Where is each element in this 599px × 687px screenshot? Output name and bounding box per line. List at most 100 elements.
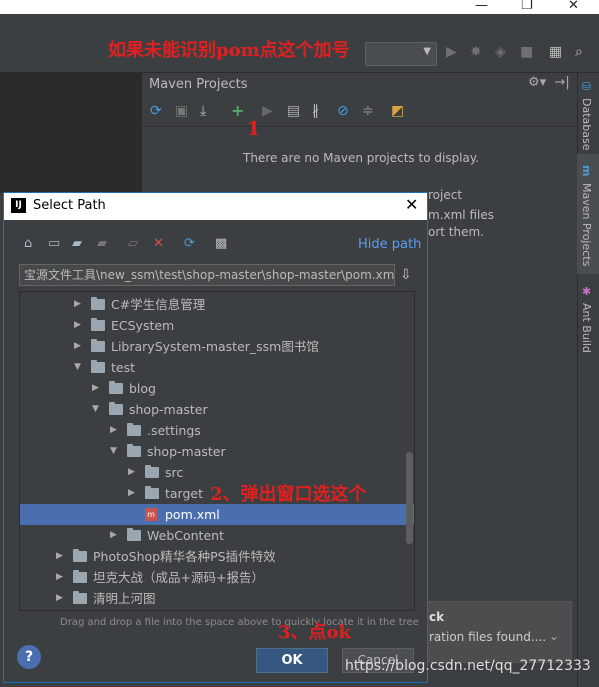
folder-icon (91, 360, 105, 373)
show-hidden-icon[interactable]: ▩ (215, 236, 227, 251)
tree-item-label: 源码大全50套 (93, 609, 171, 610)
chevron-right-icon[interactable]: ▶ (110, 420, 117, 441)
maven-settings-icon[interactable]: ◩ (391, 103, 404, 119)
refresh-icon[interactable]: ⟳ (184, 236, 195, 251)
tree-folder-row[interactable]: ▶ 清明上河图 (20, 588, 414, 609)
folder-icon (145, 465, 159, 478)
database-icon: ⛁ (580, 80, 593, 93)
folder-icon (91, 339, 105, 352)
home-icon[interactable]: ⌂ (24, 236, 32, 251)
tree-scrollbar[interactable] (406, 452, 413, 544)
skip-tests-icon[interactable]: ⊘ (337, 103, 349, 119)
tree-folder-row[interactable]: ▶ 源码大全50套 (20, 609, 414, 610)
folder-icon (109, 402, 123, 415)
chevron-right-icon[interactable]: ▶ (110, 525, 117, 546)
tree-folder-row[interactable]: ▶ C#学生信息管理 (20, 294, 414, 315)
chevron-down-icon[interactable]: ▼ (110, 441, 117, 462)
chevron-down-icon[interactable]: ▼ (74, 357, 81, 378)
folder-icon (73, 570, 87, 583)
annotation-step1: 1 (247, 118, 261, 140)
maximize-icon[interactable]: ❐ (521, 0, 533, 13)
maven-panel-title: Maven Projects (149, 77, 248, 92)
close-icon[interactable]: ✕ (568, 0, 579, 13)
ok-button[interactable]: OK (256, 648, 328, 673)
project-structure-icon[interactable]: ▦ (549, 44, 562, 60)
tree-folder-row[interactable]: ▶ .settings (20, 420, 414, 441)
database-tab-label: Database (580, 98, 593, 151)
tree-folder-row[interactable]: ▶ blog (20, 378, 414, 399)
tree-folder-row[interactable]: ▼ shop-master (20, 399, 414, 420)
maven-icon: m (580, 165, 593, 177)
maven-hint-line: roject (428, 188, 463, 202)
folder-icon (91, 297, 105, 310)
run-config-dropdown[interactable]: ▼ (365, 42, 437, 66)
chevron-down-icon[interactable]: ⌄ (549, 629, 559, 643)
chevron-right-icon[interactable]: ▶ (56, 588, 63, 609)
generate-sources-icon[interactable]: ▣ (175, 103, 188, 119)
run-config-icon[interactable]: ▤ (287, 103, 300, 119)
gear-icon[interactable]: ⚙▾ →| (528, 75, 570, 90)
collapse-icon[interactable]: ≑ (362, 103, 374, 119)
toggle-offline-icon[interactable]: ∦ (312, 103, 319, 119)
tree-folder-row[interactable]: ▶ WebContent (20, 525, 414, 546)
tree-item-label: .settings (147, 423, 201, 438)
project-folder-icon[interactable]: ▰ (72, 236, 82, 251)
tree-item-label: target (165, 486, 204, 501)
chevron-right-icon[interactable]: ▶ (92, 378, 99, 399)
annotation-step3: 3、点ok (278, 622, 352, 643)
run-icon[interactable]: ▶ (446, 44, 457, 60)
tree-folder-row[interactable]: ▶ ECSystem (20, 315, 414, 336)
help-button[interactable]: ? (17, 645, 41, 669)
tree-item-label: 清明上河图 (93, 591, 156, 606)
tree-item-label: pom.xml (165, 507, 220, 522)
download-icon[interactable]: ⤓ (200, 103, 206, 119)
stop-icon[interactable]: ■ (520, 44, 533, 60)
file-tree[interactable]: ▶ C#学生信息管理 ▶ ECSystem ▶ LibrarySystem-master_… (19, 291, 415, 611)
annotation-top: 如果未能识别pom点这个加号 (108, 40, 350, 61)
path-input[interactable]: 宝源文件工具\new_ssm\test\shop-master\shop-mas… (19, 264, 395, 286)
chevron-down-icon[interactable]: ▼ (92, 399, 99, 420)
bookmark-icon[interactable]: ⇩ (400, 267, 412, 283)
tree-file-row[interactable]: m pom.xml (20, 504, 414, 525)
tree-item-label: ECSystem (111, 318, 175, 333)
tree-item-label: shop-master (129, 402, 208, 417)
chevron-right-icon[interactable]: ▶ (56, 546, 63, 567)
debug-icon[interactable]: ✸ (470, 44, 482, 60)
chevron-right-icon[interactable]: ▶ (74, 336, 81, 357)
module-folder-icon[interactable]: ▰ (97, 236, 107, 251)
chevron-right-icon[interactable]: ▶ (74, 294, 81, 315)
run-maven-icon[interactable]: ▶ (262, 103, 273, 119)
annotation-step2: 2、弹出窗口选这个 (210, 484, 367, 505)
maven-empty-message: There are no Maven projects to display. (243, 151, 480, 165)
chevron-right-icon[interactable]: ▶ (56, 609, 63, 610)
desktop-icon[interactable]: ▭ (48, 236, 60, 251)
folder-icon (91, 318, 105, 331)
search-icon[interactable]: ⌕ (575, 44, 583, 60)
ant-icon: ✱ (580, 285, 593, 298)
tree-folder-row[interactable]: ▶ PhotoShop精华各种PS插件特效 (20, 546, 414, 567)
chevron-right-icon[interactable]: ▶ (56, 567, 63, 588)
chevron-down-icon: ▼ (423, 46, 431, 57)
reimport-icon[interactable]: ⟳ (150, 103, 162, 119)
minimize-icon[interactable]: — (475, 0, 488, 13)
coverage-icon[interactable]: ◈ (495, 44, 506, 60)
notification-title: ck (429, 610, 445, 624)
new-folder-icon[interactable]: ▱ (128, 236, 138, 251)
chevron-right-icon[interactable]: ▶ (74, 315, 81, 336)
tree-item-label: WebContent (147, 528, 224, 543)
folder-icon (73, 549, 87, 562)
close-icon[interactable]: ✕ (405, 195, 418, 214)
maven-hint-line: ort them. (428, 225, 484, 239)
tree-folder-row[interactable]: ▶ LibrarySystem-master_ssm图书馆 (20, 336, 414, 357)
tree-item-label: 坦克大战（成品+源码+报告） (93, 570, 264, 585)
add-maven-project-button[interactable]: + (231, 101, 244, 120)
delete-icon[interactable]: ✕ (153, 236, 164, 251)
tree-folder-row[interactable]: ▼ shop-master (20, 441, 414, 462)
chevron-right-icon[interactable]: ▶ (128, 483, 135, 504)
chevron-right-icon[interactable]: ▶ (128, 462, 135, 483)
tree-item-label: test (111, 360, 136, 375)
tree-folder-row[interactable]: ▶ 坦克大战（成品+源码+报告） (20, 567, 414, 588)
tree-folder-row[interactable]: ▼ test (20, 357, 414, 378)
hide-path-link[interactable]: Hide path (358, 237, 421, 252)
maven-toolbar (142, 98, 576, 127)
